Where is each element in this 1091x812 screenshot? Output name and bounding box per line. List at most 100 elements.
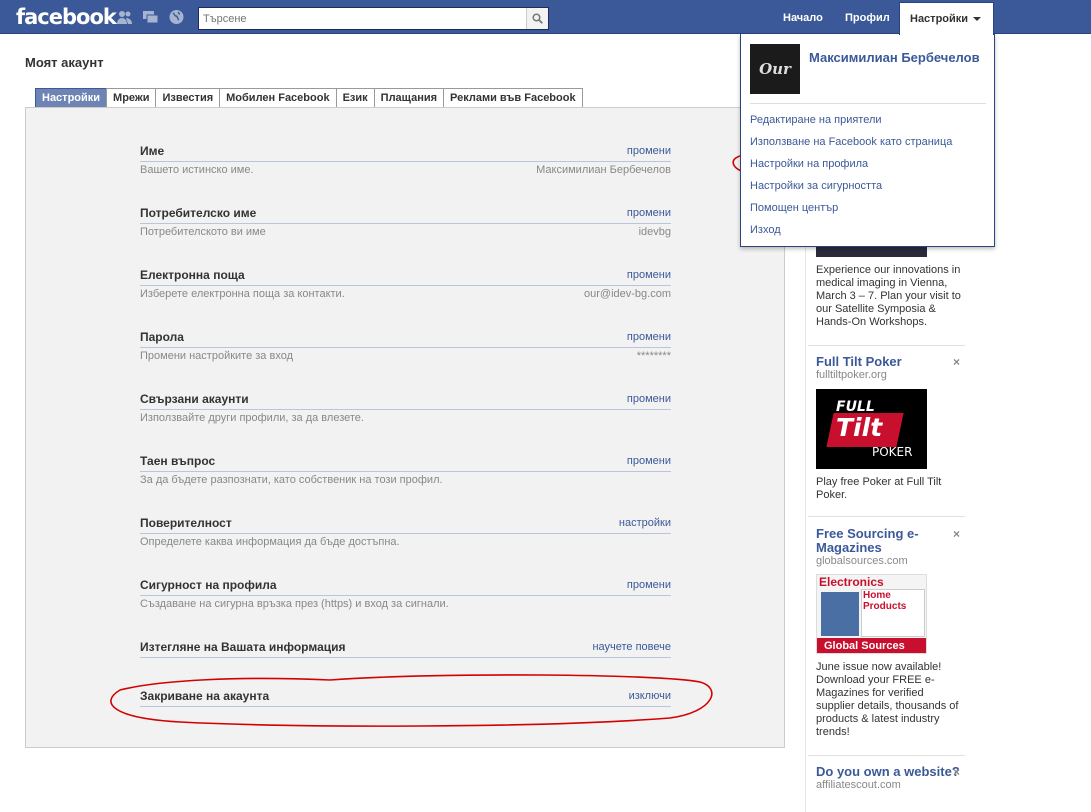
avatar[interactable]: Our: [750, 44, 800, 94]
divider: [140, 706, 671, 707]
menu-item-logout[interactable]: Изход: [750, 223, 952, 245]
setting-title: Поверителност: [140, 516, 232, 530]
menu-user-name[interactable]: Максимилиан Бербечелов: [809, 50, 980, 65]
setting-edit-link[interactable]: промени: [627, 579, 671, 591]
nav-home-link[interactable]: Начало: [783, 12, 823, 24]
divider: [140, 657, 671, 658]
ad-image-text: Global Sources: [817, 638, 926, 653]
settings-panel: Име промени Вашето истинско име. Максими…: [25, 107, 785, 748]
setting-title: Парола: [140, 330, 184, 344]
settings-tabs: Настройки Мрежи Известия Мобилен Faceboo…: [35, 88, 583, 108]
ad-image-medical[interactable]: [816, 247, 927, 257]
tab-networks[interactable]: Мрежи: [106, 88, 156, 108]
ad-image-text: Electronics: [819, 575, 884, 589]
setting-description: Използвайте други профили, за да влезете…: [140, 412, 364, 424]
close-icon[interactable]: ×: [953, 527, 960, 541]
divider: [140, 285, 671, 286]
setting-edit-link[interactable]: промени: [627, 207, 671, 219]
tab-payments[interactable]: Плащания: [373, 88, 444, 108]
ad-body: Play free Poker at Full Tilt Poker.: [816, 476, 942, 501]
setting-description: Промени настройките за вход: [140, 350, 293, 362]
setting-edit-link[interactable]: настройки: [619, 517, 671, 529]
tab-mobile[interactable]: Мобилен Facebook: [219, 88, 336, 108]
ad-domain: affiliatescout.com: [816, 779, 901, 791]
setting-edit-link[interactable]: промени: [627, 331, 671, 343]
ad-separator: [808, 516, 965, 517]
menu-item-help-center[interactable]: Помощен център: [750, 201, 952, 223]
ad-image-text: POKER: [872, 445, 913, 459]
ad-global-sources[interactable]: Free Sourcing e-Magazines globalsources.…: [816, 527, 964, 739]
avatar-logo-text: Our: [759, 59, 791, 78]
setting-edit-link[interactable]: промени: [627, 145, 671, 157]
setting-description: Потребителското ви име: [140, 226, 266, 238]
search-box: [198, 7, 549, 30]
chevron-down-icon: [973, 17, 982, 22]
ad-image-global-sources[interactable]: Electronics Home Products Global Sources: [816, 574, 927, 654]
tab-facebook-ads[interactable]: Реклами във Facebook: [443, 88, 583, 108]
notifications-globe-icon[interactable]: [168, 9, 185, 25]
setting-description: За да бъдете разпознати, като собственик…: [140, 474, 443, 486]
setting-title: Електронна поща: [140, 268, 245, 282]
ad-image-poker[interactable]: FULL Tilt POKER: [816, 389, 927, 469]
setting-title: Закриване на акаунта: [140, 689, 270, 703]
menu-items: Редактиране на приятели Използване на Fa…: [750, 113, 952, 245]
search-input[interactable]: [199, 8, 526, 29]
ad-title[interactable]: Free Sourcing e-Magazines: [816, 527, 964, 555]
tab-settings[interactable]: Настройки: [35, 88, 107, 108]
divider: [140, 595, 671, 596]
menu-profile-header[interactable]: Our Максимилиан Бербечелов: [750, 44, 986, 104]
setting-value: Максимилиан Бербечелов: [536, 164, 671, 176]
ad-affiliate-scout[interactable]: Do you own a website? affiliatescout.com…: [816, 765, 964, 792]
ad-body: June issue now available! Download your …: [816, 661, 959, 738]
setting-value: our@idev-bg.com: [584, 288, 671, 300]
ad-domain: globalsources.com: [816, 555, 908, 567]
setting-edit-link[interactable]: промени: [627, 393, 671, 405]
ad-title[interactable]: Do you own a website?: [816, 765, 964, 779]
search-button[interactable]: [526, 8, 548, 29]
setting-title: Име: [140, 144, 165, 158]
divider: [140, 471, 671, 472]
divider: [140, 223, 671, 224]
tab-language[interactable]: Език: [335, 88, 374, 108]
setting-edit-link[interactable]: промени: [627, 269, 671, 281]
menu-item-edit-friends[interactable]: Редактиране на приятели: [750, 113, 952, 135]
nav-settings-label: Настройки: [910, 13, 969, 25]
messages-icon[interactable]: [142, 9, 159, 25]
divider: [140, 533, 671, 534]
close-icon[interactable]: ×: [953, 355, 960, 369]
ad-image-shape: [821, 592, 859, 636]
menu-item-use-as-page[interactable]: Използване на Facebook като страница: [750, 135, 952, 157]
setting-description: Създаване на сигурна връзка през (https)…: [140, 598, 449, 610]
nav-profile-link[interactable]: Профил: [845, 12, 890, 24]
setting-description: Изберете електронна поща за контакти.: [140, 288, 345, 300]
ad-medical-imaging[interactable]: Experience our innovations in medical im…: [816, 264, 964, 329]
close-icon[interactable]: ×: [953, 765, 960, 779]
menu-item-account-settings[interactable]: Настройки на профила: [750, 157, 952, 179]
setting-title: Потребителско име: [140, 206, 257, 220]
page-title: Моят акаунт: [25, 55, 104, 70]
setting-learn-more-link[interactable]: научете повече: [592, 641, 671, 653]
friend-requests-icon[interactable]: [116, 9, 133, 25]
nav-settings-dropdown[interactable]: Настройки: [899, 2, 994, 35]
menu-item-privacy-settings[interactable]: Настройки за сигурността: [750, 179, 952, 201]
setting-value: idevbg: [638, 226, 671, 238]
setting-edit-link[interactable]: промени: [627, 455, 671, 467]
ad-full-tilt-poker[interactable]: Full Tilt Poker fulltiltpoker.org × FULL…: [816, 355, 964, 502]
setting-value: ********: [636, 350, 671, 362]
setting-title: Сигурност на профила: [140, 578, 277, 592]
tab-notifications[interactable]: Известия: [155, 88, 220, 108]
search-icon: [532, 13, 543, 24]
ad-image-text: Home Products: [863, 590, 907, 612]
ad-separator: [808, 755, 965, 756]
setting-title: Изтегляне на Вашата информация: [140, 640, 346, 654]
ad-domain: fulltiltpoker.org: [816, 369, 887, 381]
deactivate-link[interactable]: изключи: [629, 690, 671, 702]
ad-title[interactable]: Full Tilt Poker: [816, 355, 964, 369]
setting-title: Свързани акаунти: [140, 392, 249, 406]
setting-title: Таен въпрос: [140, 454, 216, 468]
account-dropdown-menu: Our Максимилиан Бербечелов Редактиране н…: [740, 34, 995, 247]
setting-description: Определете каква информация да бъде дост…: [140, 536, 400, 548]
facebook-logo[interactable]: facebook: [16, 5, 117, 29]
ad-separator: [808, 345, 965, 346]
setting-description: Вашето истинско име.: [140, 164, 254, 176]
